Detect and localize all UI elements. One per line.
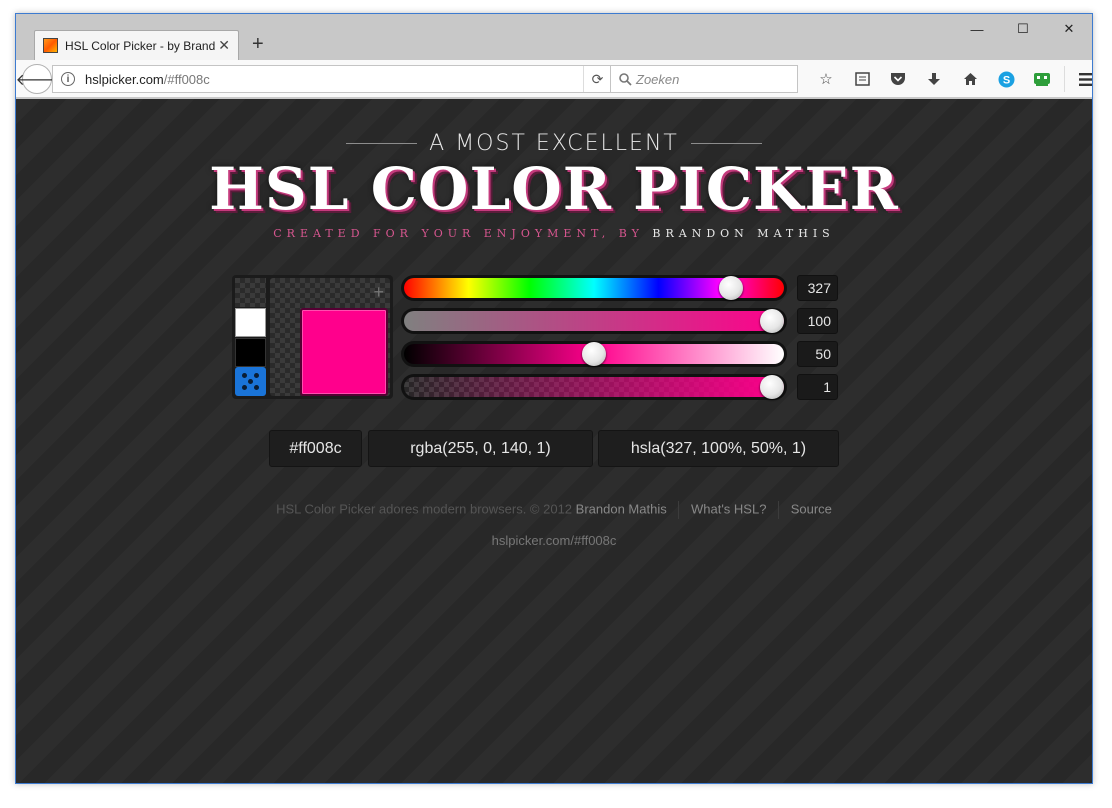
random-dice-button[interactable]: [235, 367, 266, 396]
dice-dot: [248, 379, 253, 384]
url-host: hslpicker.com: [85, 71, 164, 87]
lightness-value[interactable]: 50: [797, 341, 838, 367]
alpha-track[interactable]: [404, 377, 784, 397]
reload-button[interactable]: ⟳: [583, 66, 611, 92]
source-link[interactable]: Source: [791, 501, 832, 516]
dice-dot: [242, 385, 247, 390]
whats-hsl-link[interactable]: What's HSL?: [691, 501, 766, 516]
tab-title: HSL Color Picker - by Brandon: [65, 38, 215, 53]
black-swatch[interactable]: [235, 338, 266, 367]
byline-prefix: CREATED FOR YOUR ENJOYMENT, BY: [273, 227, 644, 240]
footer-separator: [678, 501, 680, 519]
reload-icon: ⟳: [591, 70, 604, 87]
footer-url: hslpicker.com/#ff008c: [491, 533, 617, 548]
search-placeholder: Zoeken: [636, 71, 680, 87]
skype-icon[interactable]: S: [988, 66, 1024, 92]
color-preview: [300, 308, 388, 396]
dice-dot: [254, 385, 259, 390]
page-content: A MOST EXCELLENT HSL COLOR PICKER CREATE…: [16, 99, 1092, 783]
info-icon[interactable]: i: [61, 72, 75, 86]
reading-list-icon[interactable]: [844, 66, 880, 92]
alpha-slider-knob[interactable]: [760, 375, 784, 399]
toolbar-separator: [1064, 66, 1065, 92]
saturation-slider-knob[interactable]: [760, 309, 784, 333]
url-path: /#ff008c: [163, 71, 210, 87]
home-icon[interactable]: [952, 66, 988, 92]
transparent-swatch[interactable]: [235, 278, 266, 307]
hue-slider[interactable]: [401, 275, 787, 301]
byline-author: BRANDON MATHIS: [652, 227, 835, 240]
bookmark-star-icon[interactable]: ☆: [808, 66, 844, 92]
page-title: HSL COLOR PICKER: [209, 155, 899, 223]
alpha-value[interactable]: 1: [797, 374, 838, 400]
svg-text:S: S: [1002, 74, 1009, 86]
tagline-text: A MOST EXCELLENT: [429, 130, 679, 156]
swatch-column: [235, 278, 267, 396]
white-swatch[interactable]: [235, 308, 266, 337]
hue-value[interactable]: 327: [797, 275, 838, 301]
hsla-code-field[interactable]: hsla(327, 100%, 50%, 1): [598, 430, 839, 467]
lightness-slider[interactable]: [401, 341, 787, 367]
footer: HSL Color Picker adores modern browsers.…: [16, 501, 1092, 519]
footer-separator: [778, 501, 780, 519]
url-bar[interactable]: i hslpicker.com/#ff008c ⟳: [52, 65, 612, 93]
plus-icon[interactable]: +: [373, 282, 384, 303]
author-link[interactable]: Brandon Mathis: [576, 501, 667, 516]
preview-background: +: [270, 278, 390, 396]
footer-text: HSL Color Picker adores modern browsers.…: [276, 501, 573, 517]
tab-strip: HSL Color Picker - by Brandon ✕ + — ☐ ✕: [16, 14, 1092, 60]
saturation-value[interactable]: 100: [797, 308, 838, 334]
minimize-button[interactable]: —: [954, 14, 1000, 44]
extension-robot-icon[interactable]: [1024, 66, 1060, 92]
dice-dot: [242, 373, 247, 378]
saturation-slider[interactable]: [401, 308, 787, 334]
hamburger-menu-icon[interactable]: [1069, 66, 1092, 92]
alpha-slider[interactable]: [401, 374, 787, 400]
close-tab-icon[interactable]: ✕: [218, 37, 230, 54]
rgba-code-field[interactable]: rgba(255, 0, 140, 1): [368, 430, 593, 467]
tagline-rule-right: [690, 142, 762, 144]
color-preview-panel: +: [232, 275, 393, 399]
url-text[interactable]: hslpicker.com/#ff008c: [85, 72, 583, 87]
maximize-button[interactable]: ☐: [1000, 14, 1046, 44]
search-icon: [619, 72, 632, 86]
toolbar-icons: ☆ S: [808, 66, 1092, 92]
close-window-button[interactable]: ✕: [1046, 14, 1092, 44]
pocket-icon[interactable]: [880, 66, 916, 92]
search-bar[interactable]: Zoeken: [610, 65, 798, 93]
browser-tab[interactable]: HSL Color Picker - by Brandon ✕: [34, 30, 239, 60]
navigation-bar: 🡐 i hslpicker.com/#ff008c ⟳ Zoeken ☆ S: [16, 60, 1092, 98]
favicon-icon: [43, 38, 58, 53]
browser-window: HSL Color Picker - by Brandon ✕ + — ☐ ✕ …: [15, 13, 1093, 784]
tagline-rule-left: [346, 142, 418, 144]
window-controls: — ☐ ✕: [954, 14, 1092, 44]
dice-dot: [254, 373, 259, 378]
saturation-track[interactable]: [404, 311, 784, 331]
tagline: A MOST EXCELLENT: [346, 129, 762, 157]
hex-code-field[interactable]: #ff008c: [269, 430, 362, 467]
byline: CREATED FOR YOUR ENJOYMENT, BY BRANDON M…: [16, 227, 1092, 240]
download-icon[interactable]: [916, 66, 952, 92]
new-tab-button[interactable]: +: [252, 34, 264, 54]
back-button[interactable]: 🡐: [16, 64, 58, 94]
lightness-slider-knob[interactable]: [582, 342, 606, 366]
